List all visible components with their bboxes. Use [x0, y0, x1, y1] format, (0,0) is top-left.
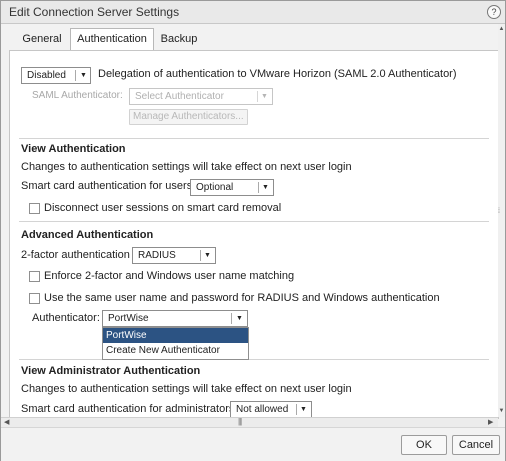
- view-authentication-heading: View Authentication: [21, 143, 126, 155]
- smartcard-admins-dropdown[interactable]: Not allowed ▼: [230, 401, 312, 418]
- dropdown-separator: [75, 70, 76, 81]
- saml-authenticator-label: SAML Authenticator:: [32, 90, 123, 101]
- tab-backup[interactable]: Backup: [155, 29, 203, 49]
- dropdown-separator: [258, 182, 259, 193]
- dropdown-separator: [257, 91, 258, 102]
- advanced-authentication-heading: Advanced Authentication: [21, 229, 154, 241]
- help-icon[interactable]: ?: [487, 5, 501, 19]
- horizontal-scrollbar[interactable]: ◀ ||| ▶: [1, 417, 498, 427]
- scroll-grip-icon[interactable]: ⁞: [498, 208, 500, 215]
- same-credentials-label: Use the same user name and password for …: [44, 292, 440, 304]
- smartcard-admins-label: Smart card authentication for administra…: [21, 403, 238, 415]
- enforce-matching-label: Enforce 2-factor and Windows user name m…: [44, 270, 295, 282]
- chevron-down-icon: ▼: [80, 72, 87, 79]
- tab-authentication[interactable]: Authentication: [70, 28, 154, 51]
- divider: [19, 138, 489, 139]
- authenticator-value: PortWise: [108, 313, 149, 324]
- divider: [19, 359, 489, 360]
- tab-general[interactable]: General: [15, 29, 69, 49]
- disconnect-sessions-checkbox[interactable]: [29, 203, 40, 214]
- delegation-dropdown[interactable]: Disabled ▼: [21, 67, 91, 84]
- dialog-footer: OK Cancel: [1, 427, 505, 461]
- chevron-down-icon: ▼: [262, 184, 269, 191]
- divider: [19, 221, 489, 222]
- same-credentials-checkbox[interactable]: [29, 293, 40, 304]
- authentication-panel: Disabled ▼ Delegation of authentication …: [9, 50, 499, 419]
- two-factor-dropdown[interactable]: RADIUS ▼: [132, 247, 216, 264]
- scroll-right-icon[interactable]: ▶: [488, 418, 493, 427]
- saml-authenticator-dropdown[interactable]: Select Authenticator ▼: [129, 88, 273, 105]
- dialog: Edit Connection Server Settings ? Genera…: [0, 0, 506, 461]
- menu-option-portwise[interactable]: PortWise: [103, 328, 248, 343]
- two-factor-label: 2-factor authentication: [21, 249, 130, 261]
- ok-button[interactable]: OK: [401, 435, 447, 455]
- chevron-down-icon: ▼: [236, 315, 243, 322]
- two-factor-value: RADIUS: [138, 250, 176, 261]
- scroll-up-icon[interactable]: ▲: [498, 26, 505, 33]
- smartcard-users-dropdown[interactable]: Optional ▼: [190, 179, 274, 196]
- admin-authentication-note: Changes to authentication settings will …: [21, 383, 352, 395]
- dialog-title: Edit Connection Server Settings: [9, 5, 180, 19]
- title-bar: Edit Connection Server Settings ?: [1, 1, 505, 24]
- authenticator-label: Authenticator:: [32, 312, 100, 324]
- manage-authenticators-button[interactable]: Manage Authenticators...: [129, 109, 248, 125]
- scroll-left-icon[interactable]: ◀: [4, 418, 9, 427]
- tab-bar: General Authentication Backup: [1, 24, 505, 51]
- menu-option-create-new[interactable]: Create New Authenticator: [103, 343, 248, 358]
- cancel-button[interactable]: Cancel: [452, 435, 500, 455]
- smartcard-users-value: Optional: [196, 182, 234, 193]
- authenticator-dropdown[interactable]: PortWise ▼: [102, 310, 248, 327]
- enforce-matching-checkbox[interactable]: [29, 271, 40, 282]
- authenticator-menu: PortWise Create New Authenticator: [102, 327, 249, 360]
- chevron-down-icon: ▼: [204, 252, 211, 259]
- chevron-down-icon: ▼: [261, 93, 268, 100]
- dropdown-separator: [296, 404, 297, 415]
- smartcard-users-label: Smart card authentication for users:: [21, 180, 196, 192]
- chevron-down-icon: ▼: [300, 406, 307, 413]
- delegation-dropdown-value: Disabled: [27, 70, 66, 81]
- dropdown-separator: [231, 313, 232, 324]
- scroll-grip-icon[interactable]: |||: [238, 417, 242, 426]
- dropdown-separator: [200, 250, 201, 261]
- delegation-label: Delegation of authentication to VMware H…: [98, 68, 457, 80]
- view-authentication-note: Changes to authentication settings will …: [21, 161, 352, 173]
- scroll-down-icon[interactable]: ▼: [498, 408, 505, 415]
- vertical-scrollbar[interactable]: ▲ ⁞ ▼: [498, 24, 505, 417]
- disconnect-sessions-label: Disconnect user sessions on smart card r…: [44, 202, 282, 214]
- saml-authenticator-placeholder: Select Authenticator: [135, 91, 224, 102]
- smartcard-admins-value: Not allowed: [236, 404, 289, 415]
- admin-authentication-heading: View Administrator Authentication: [21, 365, 201, 377]
